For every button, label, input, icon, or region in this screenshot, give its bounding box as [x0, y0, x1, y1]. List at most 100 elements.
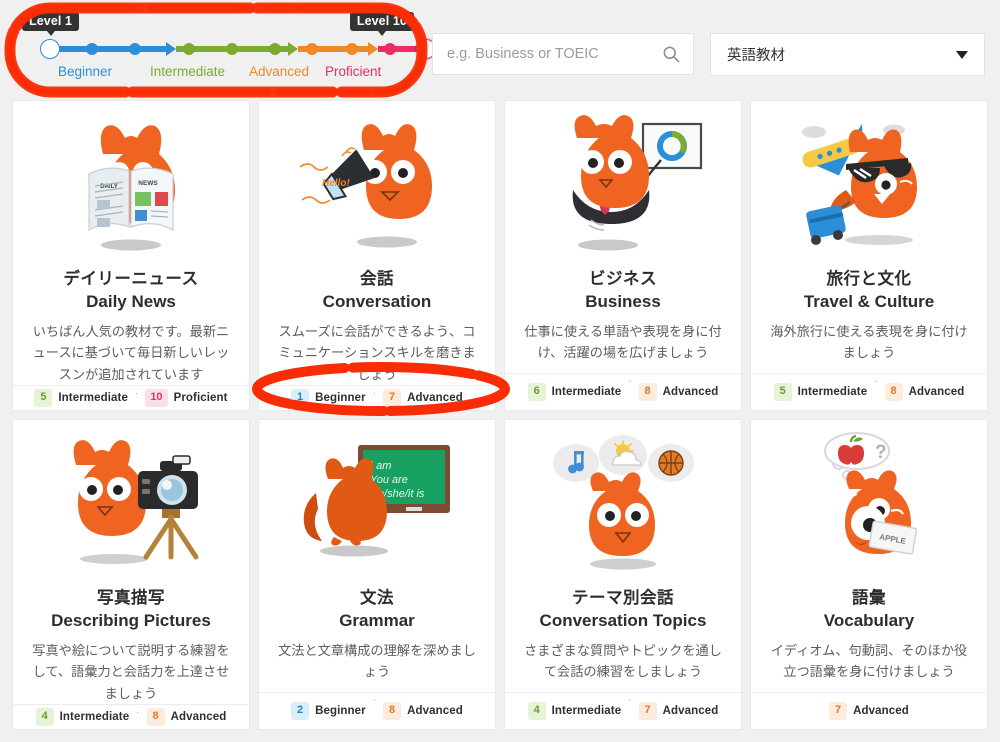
card-title-ja: テーマ別会話	[572, 589, 674, 607]
level-name: Advanced	[662, 386, 719, 398]
level-name: Intermediate	[58, 392, 128, 405]
card-title-en: Business	[585, 292, 661, 311]
slider-arrow-beginner	[166, 42, 176, 56]
card-title-ja: ビジネス	[589, 270, 657, 288]
slider-track[interactable]	[22, 37, 436, 61]
level-number: 8	[884, 383, 903, 401]
slider-handle-min[interactable]	[40, 39, 60, 59]
level-chip-max: 8 Advanced	[884, 383, 965, 401]
card-body: I am You are He/she/it is 文法 Grammar 文法と…	[259, 420, 495, 692]
level-chip-min: 1 Beginner	[291, 389, 366, 407]
card-title-en: Conversation	[322, 292, 432, 311]
search-box[interactable]	[432, 33, 694, 75]
level-chip-min: 2 Beginner	[291, 702, 366, 720]
level-number: 6	[527, 383, 546, 401]
search-icon[interactable]	[661, 44, 681, 64]
level-chip-max: 8 Advanced	[638, 383, 719, 401]
level-tooltips: Level 1 Level 10	[22, 12, 422, 36]
card-description: イディオム、句動詞、そのほか役立つ語彙を身に付けましょう	[770, 643, 968, 680]
level-number: 4	[35, 708, 54, 726]
slider-dot-2[interactable]	[86, 43, 98, 55]
card-body: ? APPLE 語彙 Vocabulary イディオム、句動詞、そのほか役立つ語…	[751, 420, 987, 692]
level-name: Intermediate	[551, 386, 622, 398]
level-name: Intermediate	[797, 386, 868, 398]
card-title-en: Grammar	[339, 611, 415, 630]
level-name: Advanced	[170, 711, 227, 724]
card-title-ja: 語彙	[852, 589, 886, 607]
material-card-describing-pictures[interactable]: 写真描写 Describing Pictures 写真や絵について説明する練習を…	[12, 419, 250, 730]
card-description: いちばん人気の教材です。最新ニュースに基づいて毎日新しいレッスンが追加されていま…	[32, 324, 230, 382]
slider-dot-8[interactable]	[346, 43, 358, 55]
level-name: Intermediate	[551, 705, 622, 717]
band-label-proficient: Proficient	[325, 64, 382, 79]
material-card-daily-news[interactable]: DAILY NEWS デイリーニュース Daily News いちばん人気の教材…	[12, 100, 250, 411]
material-card-vocabulary[interactable]: ? APPLE 語彙 Vocabulary イディオム、句動詞、そのほか役立つ語…	[750, 419, 988, 730]
level-min-tooltip: Level 1	[22, 12, 80, 36]
level-chip-min: 4 Intermediate	[35, 708, 130, 726]
level-chip-max: 7 Advanced	[638, 702, 719, 720]
search-input[interactable]	[447, 46, 661, 62]
slider-dot-7[interactable]	[306, 43, 318, 55]
slider-arrow-advanced	[368, 42, 378, 56]
level-separator: ·	[628, 695, 632, 706]
category-select-value: 英語教材	[727, 48, 785, 64]
level-number: 5	[773, 383, 792, 401]
level-name: Proficient	[173, 392, 228, 405]
card-level-range: 6 Intermediate · 8 Advanced	[505, 373, 741, 410]
card-description: さまざまな質問やトピックを通して会話の練習をしましょう	[524, 643, 722, 680]
level-separator: ·	[628, 376, 632, 387]
card-description: 文法と文章構成の理解を深めましょう	[278, 643, 476, 680]
level-number: 7	[829, 702, 848, 720]
level-band-labels: Beginner Intermediate Advanced Proficien…	[22, 64, 422, 84]
slider-dot-6[interactable]	[269, 43, 281, 55]
level-chip-max: 10 Proficient	[145, 389, 228, 407]
chevron-down-icon[interactable]	[956, 50, 968, 59]
card-title-ja: 会話	[360, 270, 394, 288]
level-number: 5	[34, 389, 53, 407]
illustration-owl-at-chalkboard: I am You are He/she/it is	[273, 428, 481, 578]
card-level-range: 7 Advanced	[751, 692, 987, 729]
card-title-ja: デイリーニュース	[63, 270, 199, 288]
material-card-business[interactable]: ビジネス Business 仕事に使える単語や表現を身に付け、活躍の場を広げまし…	[504, 100, 742, 411]
card-level-range: 1 Beginner · 7 Advanced	[259, 385, 495, 410]
slider-dot-4[interactable]	[183, 43, 195, 55]
illustration-owl-reading-newspaper: DAILY NEWS	[27, 109, 235, 259]
material-card-grammar[interactable]: I am You are He/she/it is 文法 Grammar 文法と…	[258, 419, 496, 730]
material-card-travel-culture[interactable]: 旅行と文化 Travel & Culture 海外旅行に使える表現を身に付けまし…	[750, 100, 988, 411]
card-body: 写真描写 Describing Pictures 写真や絵について説明する練習を…	[13, 420, 249, 704]
card-level-range: 4 Intermediate · 7 Advanced	[505, 692, 741, 729]
band-label-beginner: Beginner	[58, 64, 113, 79]
level-chip-max: 7 Advanced	[383, 389, 463, 407]
card-body: ビジネス Business 仕事に使える単語や表現を身に付け、活躍の場を広げまし…	[505, 101, 741, 373]
level-name: Advanced	[407, 392, 463, 405]
level-range-slider[interactable]: Level 1 Level 10 Beginner Intermediate A…	[22, 12, 436, 84]
level-name: Advanced	[853, 705, 909, 717]
level-chip-min: 6 Intermediate	[527, 383, 622, 401]
illustration-owl-with-camera-tripod	[27, 428, 235, 578]
page-header: Level 1 Level 10 Beginner Intermediate A…	[0, 0, 1000, 100]
card-description: 海外旅行に使える表現を身に付けましょう	[770, 324, 968, 361]
material-card-conversation-topics[interactable]: テーマ別会話 Conversation Topics さまざまな質問やトピックを…	[504, 419, 742, 730]
level-chip-max: 8 Advanced	[383, 702, 463, 720]
slider-dot-5[interactable]	[226, 43, 238, 55]
material-card-conversation[interactable]: Hello! 会話 Conversation スムーズに会話ができるよう、コミュ…	[252, 100, 510, 416]
level-number: 8	[146, 708, 165, 726]
card-level-range: 4 Intermediate · 8 Advanced	[13, 704, 249, 729]
card-title-en: Daily News	[86, 292, 176, 311]
card-title-en: Conversation Topics	[539, 611, 707, 630]
level-separator: ·	[372, 388, 377, 400]
slider-dot-3[interactable]	[129, 43, 141, 55]
slider-dot-9[interactable]	[384, 43, 396, 55]
card-description: 仕事に使える単語や表現を身に付け、活躍の場を広げましょう	[524, 324, 722, 361]
material-card-grid: DAILY NEWS デイリーニュース Daily News いちばん人気の教材…	[0, 100, 1000, 730]
level-chip-min: 5 Intermediate	[773, 383, 868, 401]
illustration-owl-with-megaphone-hello: Hello!	[273, 109, 481, 259]
card-level-range: 5 Intermediate · 10 Proficient	[13, 385, 249, 410]
category-select[interactable]: 英語教材	[710, 33, 985, 76]
card-title-en: Vocabulary	[823, 611, 915, 630]
level-chip-min: 5 Intermediate	[34, 389, 128, 407]
level-separator: ·	[372, 695, 377, 706]
illustration-owl-sunglasses-suitcase-airplane	[765, 109, 973, 259]
level-number: 7	[383, 389, 402, 407]
band-label-intermediate: Intermediate	[150, 64, 226, 79]
